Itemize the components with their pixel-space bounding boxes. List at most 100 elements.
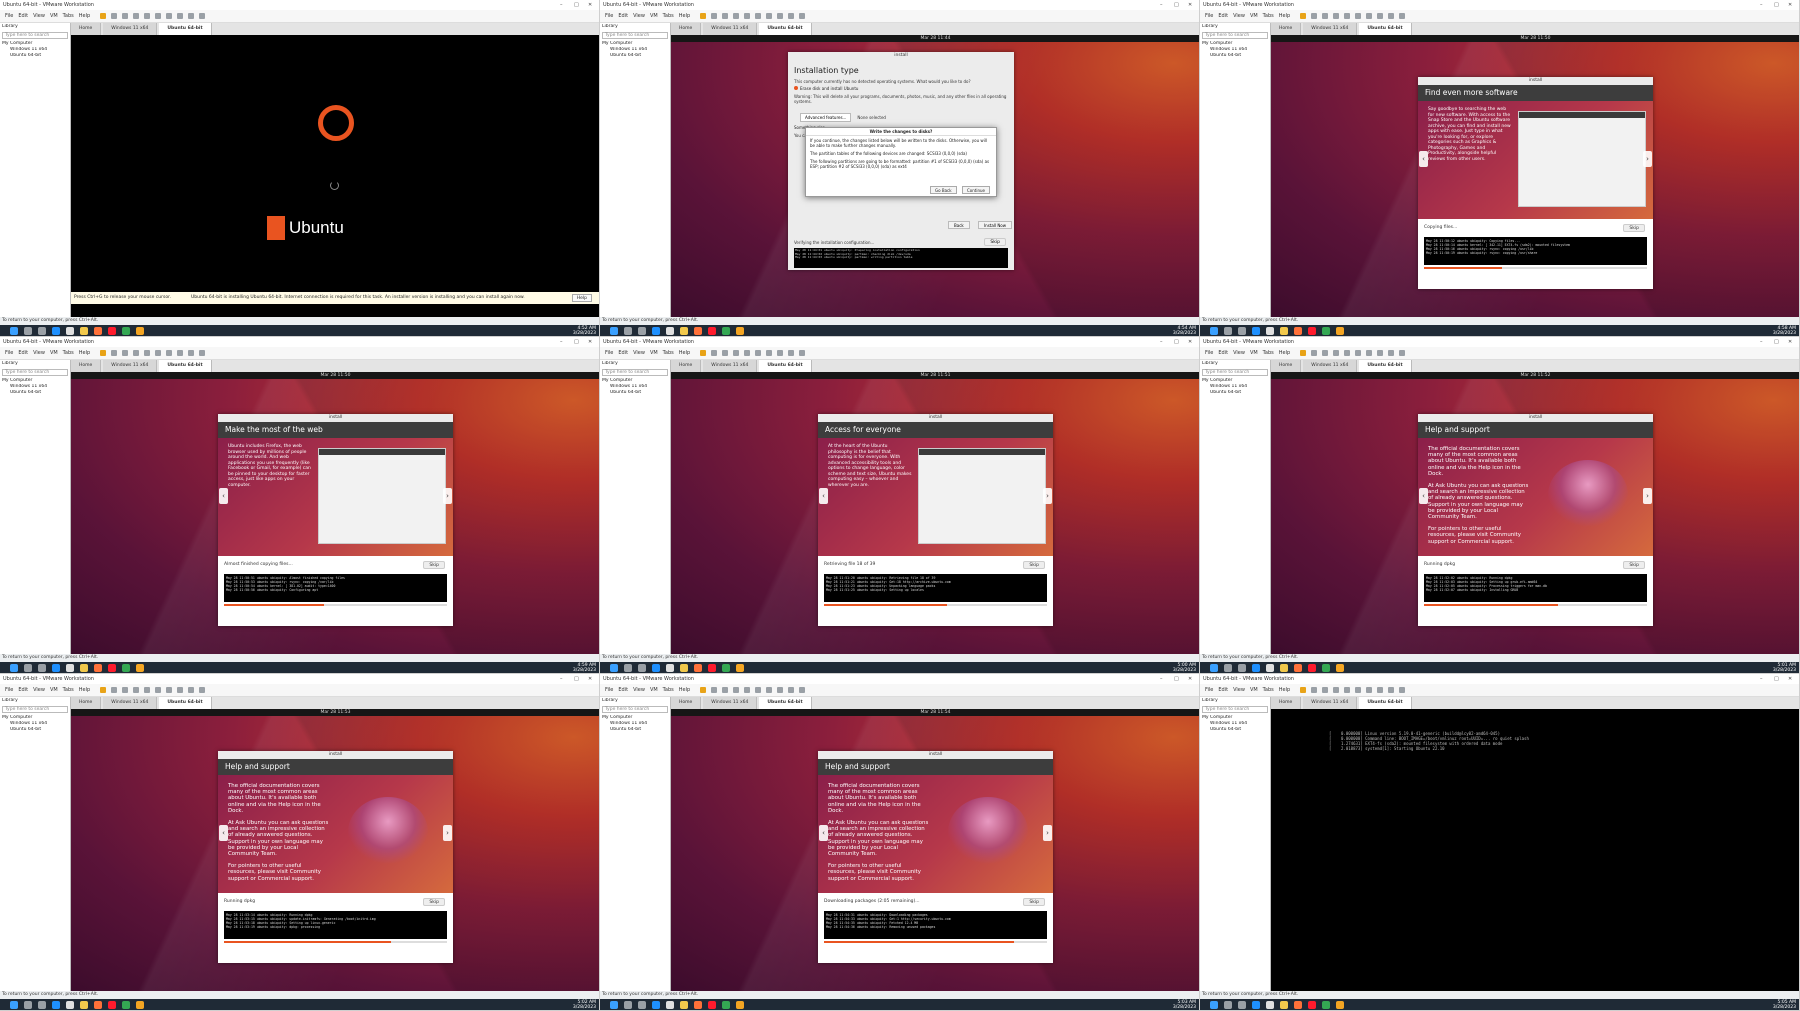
menu-file[interactable]: File (1205, 687, 1213, 693)
chrome-icon[interactable] (1322, 1001, 1330, 1009)
previous-slide-button[interactable]: ‹ (1419, 488, 1428, 504)
menu-view[interactable]: View (633, 687, 645, 693)
taskbar-clock[interactable]: 5:01 AM 3/28/2023 (1773, 663, 1796, 673)
power-icon[interactable] (111, 349, 118, 356)
revert-icon[interactable] (733, 12, 740, 19)
menu-view[interactable]: View (633, 350, 645, 356)
menu-edit[interactable]: Edit (1218, 350, 1228, 356)
back-button[interactable]: Back (948, 221, 970, 229)
library-search-input[interactable]: Type here to search (2, 706, 68, 713)
menu-help[interactable]: Help (79, 687, 90, 693)
display-icon[interactable] (1399, 349, 1406, 356)
menu-vm[interactable]: VM (50, 350, 58, 356)
search-icon[interactable] (24, 1001, 32, 1009)
pause-icon[interactable] (1300, 686, 1307, 693)
revert-icon[interactable] (133, 12, 140, 19)
opera-icon[interactable] (108, 327, 116, 335)
store-icon[interactable] (66, 327, 74, 335)
notification-help-button[interactable]: Help (571, 294, 592, 302)
console-icon[interactable] (1377, 12, 1384, 19)
library-search-input[interactable]: Type here to search (1202, 32, 1268, 39)
firefox-icon[interactable] (94, 664, 102, 672)
unity-icon[interactable] (166, 349, 173, 356)
revert-icon[interactable] (733, 349, 740, 356)
tree-vm-item[interactable]: Ubuntu 64-bit (2, 390, 68, 396)
menu-view[interactable]: View (633, 13, 645, 19)
snapshot-icon[interactable] (1322, 12, 1329, 19)
chrome-icon[interactable] (122, 1001, 130, 1009)
tree-vm-item[interactable]: Ubuntu 64-bit (2, 53, 68, 59)
tab-home[interactable]: Home (1271, 360, 1302, 372)
tree-vm-item[interactable]: Ubuntu 64-bit (602, 727, 668, 733)
maximize-button[interactable]: □ (1174, 0, 1179, 10)
menu-view[interactable]: View (33, 13, 45, 19)
windows-start-icon[interactable] (610, 664, 618, 672)
minimize-button[interactable]: – (560, 674, 563, 684)
menu-help[interactable]: Help (679, 13, 690, 19)
power-icon[interactable] (711, 12, 718, 19)
tab-home[interactable]: Home (71, 23, 102, 35)
menu-vm[interactable]: VM (650, 350, 658, 356)
manage-snapshots-icon[interactable] (744, 12, 751, 19)
edge-icon[interactable] (52, 327, 60, 335)
store-icon[interactable] (666, 1001, 674, 1009)
display-icon[interactable] (799, 12, 806, 19)
menu-vm[interactable]: VM (1250, 13, 1258, 19)
snapshot-icon[interactable] (122, 349, 129, 356)
display-icon[interactable] (799, 686, 806, 693)
maximize-button[interactable]: □ (574, 0, 579, 10)
opera-icon[interactable] (708, 327, 716, 335)
taskbar-clock[interactable]: 4:52 AM 3/28/2023 (573, 326, 596, 336)
vmware-icon[interactable] (736, 1001, 744, 1009)
revert-icon[interactable] (1333, 349, 1340, 356)
explorer-icon[interactable] (80, 327, 88, 335)
vmware-icon[interactable] (1336, 1001, 1344, 1009)
next-slide-button[interactable]: › (443, 488, 452, 504)
console-icon[interactable] (177, 349, 184, 356)
menu-vm[interactable]: VM (1250, 687, 1258, 693)
fullscreen-icon[interactable] (1355, 349, 1362, 356)
next-slide-button[interactable]: › (1643, 151, 1652, 167)
display-icon[interactable] (799, 349, 806, 356)
explorer-icon[interactable] (680, 1001, 688, 1009)
snapshot-icon[interactable] (722, 349, 729, 356)
manage-snapshots-icon[interactable] (144, 686, 151, 693)
skip-button[interactable]: Skip (423, 898, 445, 906)
library-search-input[interactable]: Type here to search (602, 706, 668, 713)
stretch-icon[interactable] (1388, 686, 1395, 693)
manage-snapshots-icon[interactable] (1344, 12, 1351, 19)
power-icon[interactable] (1311, 686, 1318, 693)
firefox-icon[interactable] (694, 664, 702, 672)
taskbar-clock[interactable]: 5:05 AM 3/28/2023 (1773, 1000, 1796, 1010)
tree-vm-item[interactable]: Ubuntu 64-bit (2, 727, 68, 733)
tab-ubuntu[interactable]: Ubuntu 64-bit (1359, 697, 1412, 709)
continue-button[interactable]: Continue (962, 186, 990, 194)
display-icon[interactable] (199, 349, 206, 356)
menu-vm[interactable]: VM (50, 687, 58, 693)
search-icon[interactable] (1224, 1001, 1232, 1009)
chrome-icon[interactable] (722, 664, 730, 672)
tab-home[interactable]: Home (671, 360, 702, 372)
menu-edit[interactable]: Edit (618, 13, 628, 19)
store-icon[interactable] (1266, 1001, 1274, 1009)
menu-vm[interactable]: VM (650, 687, 658, 693)
tab-windows-11[interactable]: Windows 11 x64 (703, 23, 758, 35)
edge-icon[interactable] (1252, 664, 1260, 672)
unity-icon[interactable] (166, 12, 173, 19)
vm-screen[interactable]: Mar 28 11:53 install Help and support The o… (71, 709, 599, 991)
snapshot-icon[interactable] (122, 12, 129, 19)
vm-screen[interactable]: Mar 28 11:50 install Make the most of the … (71, 372, 599, 654)
task-view-icon[interactable] (38, 327, 46, 335)
vmware-icon[interactable] (736, 664, 744, 672)
vm-screen[interactable]: Ubuntu Press Ctrl+G to release your mouse… (71, 35, 599, 317)
opera-icon[interactable] (1308, 1001, 1316, 1009)
menu-view[interactable]: View (1233, 13, 1245, 19)
windows-start-icon[interactable] (610, 327, 618, 335)
stretch-icon[interactable] (188, 12, 195, 19)
display-icon[interactable] (199, 12, 206, 19)
power-icon[interactable] (1311, 349, 1318, 356)
pause-icon[interactable] (700, 12, 707, 19)
menu-view[interactable]: View (33, 687, 45, 693)
vm-screen[interactable]: Mar 28 11:54 install Help and support The o… (671, 709, 1199, 991)
stretch-icon[interactable] (788, 12, 795, 19)
